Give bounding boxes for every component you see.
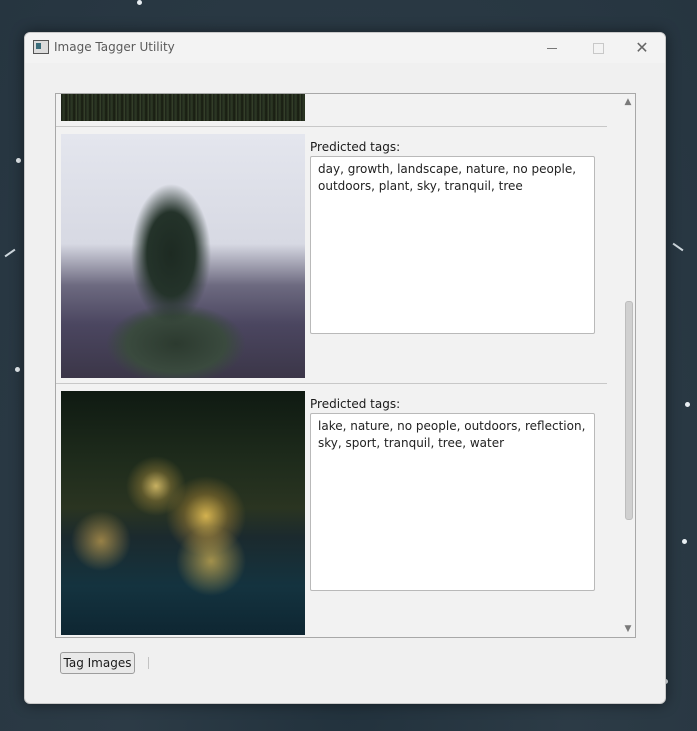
- desktop-star: [137, 0, 142, 5]
- predicted-tags-label: Predicted tags:: [310, 397, 401, 411]
- predicted-tags-textarea[interactable]: lake, nature, no people, outdoors, refle…: [310, 413, 595, 591]
- row-divider: [56, 383, 607, 384]
- close-button[interactable]: ✕: [619, 33, 665, 63]
- desktop-star: [685, 402, 690, 407]
- desktop-star: [15, 367, 20, 372]
- scroll-down-arrow-icon[interactable]: ▼: [621, 622, 635, 636]
- vertical-scrollbar[interactable]: ▲ ▼: [621, 94, 635, 637]
- app-window: Image Tagger Utility ✕ Predicted tags: d…: [24, 32, 666, 704]
- tag-images-button[interactable]: Tag Images: [60, 652, 135, 674]
- image-thumbnail: [61, 134, 305, 378]
- minimize-button[interactable]: [529, 33, 575, 63]
- app-icon: [33, 40, 49, 54]
- image-thumbnail: [61, 391, 305, 635]
- image-thumbnail: [61, 94, 305, 121]
- image-list-scroll-pane[interactable]: Predicted tags: day, growth, landscape, …: [55, 93, 636, 638]
- toolbar-separator: [148, 657, 149, 669]
- close-icon: ✕: [635, 38, 649, 57]
- desktop-star: [16, 158, 21, 163]
- predicted-tags-textarea[interactable]: day, growth, landscape, nature, no peopl…: [310, 156, 595, 334]
- title-bar[interactable]: Image Tagger Utility ✕: [25, 33, 665, 63]
- desktop-star: [682, 539, 687, 544]
- scrollbar-thumb[interactable]: [625, 301, 633, 520]
- maximize-button[interactable]: [575, 33, 621, 63]
- image-list: Predicted tags: day, growth, landscape, …: [56, 94, 620, 637]
- predicted-tags-label: Predicted tags:: [310, 140, 401, 154]
- row-divider: [56, 126, 607, 127]
- minimize-icon: [547, 47, 557, 49]
- maximize-icon: [592, 42, 604, 54]
- scroll-up-arrow-icon[interactable]: ▲: [621, 95, 635, 109]
- window-title: Image Tagger Utility: [54, 40, 175, 54]
